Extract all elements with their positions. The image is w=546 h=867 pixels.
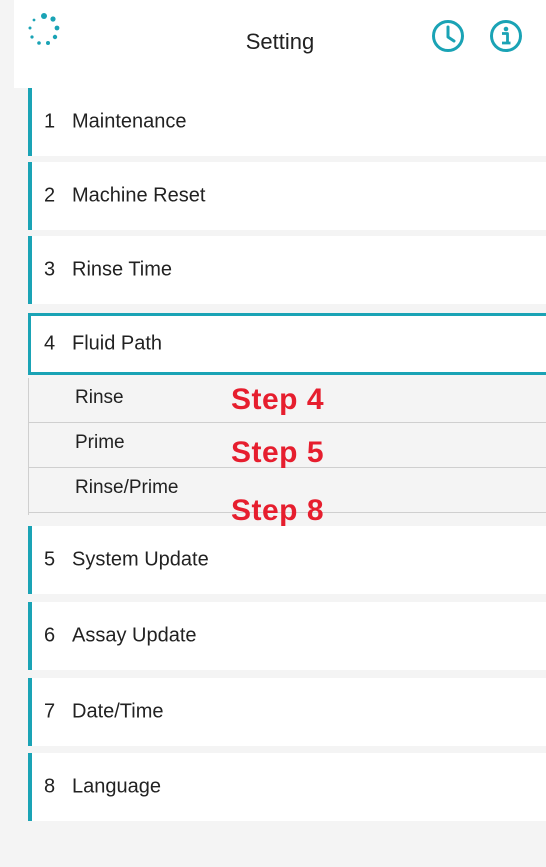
menu-item-number: 6 [44, 624, 56, 647]
menu-item-label: Fluid Path [72, 332, 163, 355]
step-annotation: Step 4 [231, 383, 325, 416]
menu-item-number: 4 [44, 332, 56, 355]
menu-item-number: 2 [44, 184, 56, 207]
clock-icon[interactable] [431, 19, 465, 53]
menu-item-number: 8 [44, 775, 56, 798]
step-annotation: Step 8 [231, 494, 325, 527]
info-icon[interactable] [489, 19, 523, 53]
step-annotation: Step 5 [231, 436, 325, 469]
submenu-item-label: Rinse/Prime [75, 477, 179, 498]
header-bar: Setting [14, 0, 546, 88]
menu-item-label: Language [72, 775, 161, 798]
menu-item-date-time[interactable]: 7 Date/Time [28, 678, 546, 746]
submenu-item-label: Rinse [75, 387, 124, 408]
page-title: Setting [245, 29, 315, 54]
menu-item-label: Date/Time [72, 700, 164, 723]
menu-item-language[interactable]: 8 Language [28, 753, 546, 821]
menu-item-label: System Update [72, 548, 209, 571]
menu-item-label: Maintenance [72, 110, 187, 133]
menu-item-rinse-time[interactable]: 3 Rinse Time [28, 236, 546, 304]
menu-item-fluid-path[interactable]: 4 Fluid Path [28, 313, 546, 375]
menu-item-label: Assay Update [72, 624, 197, 647]
menu-item-label: Rinse Time [72, 258, 173, 281]
menu-item-machine-reset[interactable]: 2 Machine Reset [28, 162, 546, 230]
menu-item-label: Machine Reset [72, 184, 206, 207]
menu-item-number: 3 [44, 258, 56, 281]
submenu-item-label: Prime [75, 432, 125, 453]
menu-item-number: 5 [44, 548, 56, 571]
menu-item-number: 1 [44, 110, 56, 133]
menu-item-system-update[interactable]: 5 System Update [28, 526, 546, 594]
menu-item-maintenance[interactable]: 1 Maintenance [28, 88, 546, 156]
menu-item-assay-update[interactable]: 6 Assay Update [28, 602, 546, 670]
menu-item-number: 7 [44, 700, 56, 723]
